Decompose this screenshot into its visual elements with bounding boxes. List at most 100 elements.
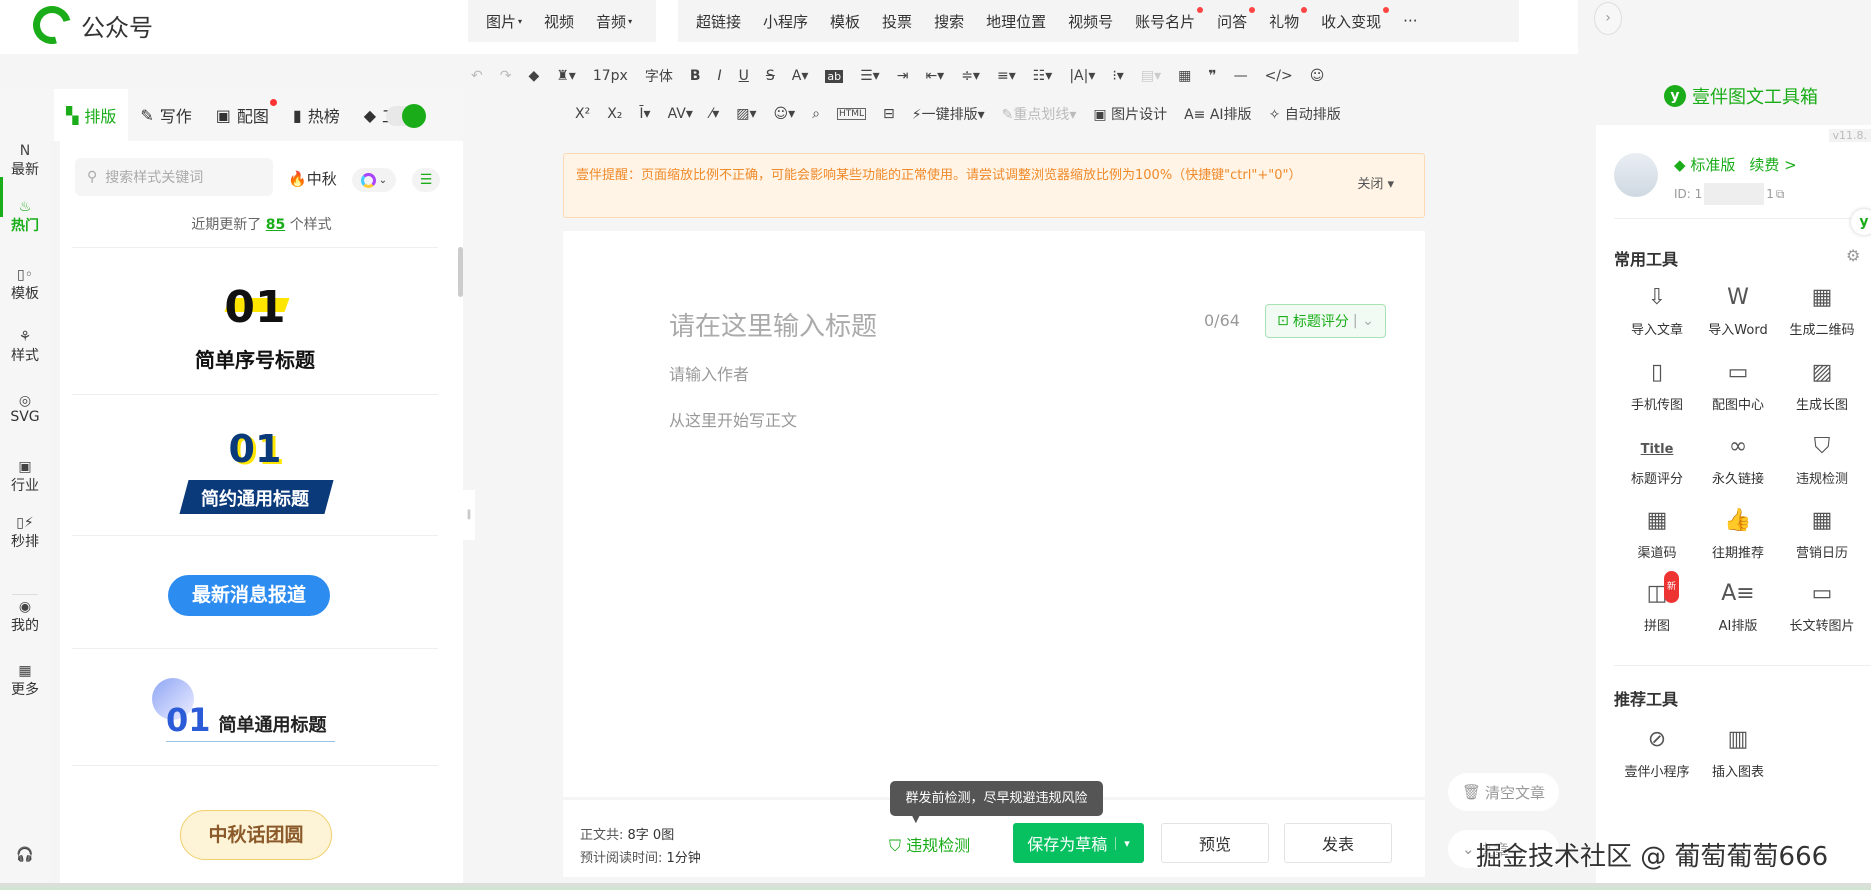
style-search-input[interactable]: ⚲ 搜索样式关键词 xyxy=(75,158,273,196)
scrollbar-thumb[interactable] xyxy=(458,247,463,297)
color-filter[interactable]: ⌄ xyxy=(352,168,396,192)
toggle-switch[interactable] xyxy=(386,104,426,128)
tool-item[interactable]: ▦ 营销日历 xyxy=(1777,506,1867,561)
outdent-icon[interactable]: ⇤▾ xyxy=(925,68,944,84)
magic-icon[interactable]: ⁄▾ xyxy=(710,106,719,122)
publish-button[interactable]: 发表 xyxy=(1284,823,1392,863)
redo-icon[interactable]: ↷ xyxy=(500,68,512,84)
author-input[interactable]: 请输入作者 xyxy=(669,361,749,385)
format-painter-icon[interactable]: ♜▾ xyxy=(556,68,576,84)
italic-icon[interactable]: I xyxy=(718,68,722,84)
festival-filter[interactable]: 🔥中秋 xyxy=(288,168,337,189)
find-replace-icon[interactable]: ⌕ xyxy=(812,106,820,122)
tab-1[interactable]: ✎ 写作 xyxy=(128,89,203,141)
rail-item[interactable]: ◎ SVG xyxy=(0,393,50,425)
style-card[interactable]: 01 简约通用标题 xyxy=(72,394,438,535)
eraser-icon[interactable]: ◆ xyxy=(528,68,539,84)
highlight-icon[interactable]: ab xyxy=(825,69,844,83)
bold-icon[interactable]: B xyxy=(690,68,701,84)
tool-item[interactable]: ⊘ 壹伴小程序 xyxy=(1612,725,1702,780)
tool-item[interactable]: W 导入Word xyxy=(1693,283,1783,338)
tab-0[interactable]: ▚ 排版 xyxy=(54,89,129,141)
auto-format-button[interactable]: ✧ 自动排版 xyxy=(1269,104,1341,124)
undo-icon[interactable]: ↶ xyxy=(471,68,483,84)
support-icon[interactable]: 🎧 xyxy=(0,847,50,863)
char-spacing-icon[interactable]: AV▾ xyxy=(668,106,693,122)
tool-item[interactable]: ▦ 生成二维码 xyxy=(1777,283,1867,338)
collapse-handle[interactable]: ‖ xyxy=(463,490,475,540)
insert-menu-item[interactable]: 礼物 xyxy=(1269,6,1308,32)
strikethrough-icon[interactable]: S xyxy=(766,68,775,84)
compliance-check-button[interactable]: ⛉ 违规检测 xyxy=(889,832,970,856)
font-size-select[interactable]: 17px xyxy=(593,68,628,84)
rail-item[interactable]: ▯◦ 模板 xyxy=(0,267,50,303)
quote-icon[interactable]: ❞ xyxy=(1208,68,1216,84)
insert-menu-item[interactable]: 地理位置 xyxy=(986,11,1046,32)
tool-item[interactable]: ∞ 永久链接 xyxy=(1693,432,1783,487)
tool-item[interactable]: ▨ 生成长图 xyxy=(1777,358,1867,413)
emoticon-icon[interactable]: ☺▾ xyxy=(774,106,796,122)
save-draft-button[interactable]: 保存为草稿 ▾ xyxy=(1013,823,1144,863)
tool-item[interactable]: 👍 往期推荐 xyxy=(1693,506,1783,561)
rail-item[interactable]: N 最新 xyxy=(0,143,50,179)
html-icon[interactable]: HTML xyxy=(836,108,867,120)
rail-item[interactable]: ▦ 更多 xyxy=(0,663,50,699)
notice-close-button[interactable]: 关闭 ▾ xyxy=(1357,174,1394,196)
yiban-float-icon[interactable]: y xyxy=(1851,209,1871,235)
image-design-button[interactable]: ▣ 图片设计 xyxy=(1093,104,1167,124)
style-card[interactable]: 01 简单通用标题 xyxy=(72,648,438,765)
insert-menu-item[interactable]: 投票 xyxy=(882,11,912,32)
paragraph-spacing-icon[interactable]: ≡▾ xyxy=(997,68,1016,84)
ai-format-button[interactable]: A≡ AI排版 xyxy=(1184,104,1251,124)
style-card[interactable]: 01 简单序号标题 xyxy=(72,247,438,394)
tool-item[interactable]: ▦ 渠道码 xyxy=(1612,506,1702,561)
update-count[interactable]: 85 xyxy=(266,217,285,233)
font-family-select[interactable]: 字体 xyxy=(645,66,673,86)
indent-icon[interactable]: ⇥ xyxy=(897,68,909,84)
rail-item[interactable]: ⚘ 样式 xyxy=(0,329,50,365)
superscript-icon[interactable]: X² xyxy=(575,106,590,122)
subscript-icon[interactable]: X₂ xyxy=(607,106,622,122)
tool-item[interactable]: ◫ 新拼图 xyxy=(1612,571,1702,634)
more-icon[interactable]: ··· xyxy=(1403,12,1417,30)
insert-menu-item[interactable]: 图片 xyxy=(486,11,516,32)
emoji-icon[interactable]: ☺ xyxy=(1310,68,1325,84)
clear-article-button[interactable]: 🗑 清空文章 xyxy=(1448,773,1559,811)
insert-menu-item[interactable]: 账号名片 xyxy=(1135,6,1204,32)
settings-gear-icon[interactable]: ⚙ xyxy=(1846,246,1860,265)
vertical-spacing-icon[interactable]: Ī▾ xyxy=(639,106,650,122)
tool-item[interactable]: Title 标题评分 xyxy=(1612,432,1702,487)
style-card[interactable]: 中秋话团圆 xyxy=(72,765,438,883)
style-card[interactable]: 最新消息报道 xyxy=(72,535,438,648)
border-icon[interactable]: ▤▾ xyxy=(1141,68,1161,84)
chart-icon[interactable]: ▨▾ xyxy=(736,106,756,122)
renew-link[interactable]: 续费 > xyxy=(1749,154,1796,175)
avatar[interactable] xyxy=(1614,153,1658,197)
tool-item[interactable]: ▭ 长文转图片 xyxy=(1777,579,1867,634)
tool-item[interactable]: ▥ 插入图表 xyxy=(1693,725,1783,780)
chevron-down-icon[interactable]: ▾ xyxy=(1115,836,1130,850)
tool-item[interactable]: ▯ 手机传图 xyxy=(1612,358,1702,413)
list-indent-icon[interactable]: ☷▾ xyxy=(1033,68,1053,84)
preview-button[interactable]: 预览 xyxy=(1161,823,1269,863)
highlight-line-button[interactable]: ✎重点划线▾ xyxy=(1002,104,1077,124)
tool-item[interactable]: ▭ 配图中心 xyxy=(1693,358,1783,413)
rail-item[interactable]: ▯⚡ 秒排 xyxy=(0,515,50,551)
insert-menu-item[interactable]: 音频 xyxy=(596,11,626,32)
insert-menu-item[interactable]: 收入变现 xyxy=(1321,6,1390,32)
toolkit-icon[interactable]: ⊟ xyxy=(883,106,895,122)
title-input[interactable]: 请在这里输入标题 xyxy=(669,306,877,343)
letter-spacing-icon[interactable]: |A|▾ xyxy=(1069,68,1095,84)
tool-item[interactable]: ⛉ 违规检测 xyxy=(1777,432,1867,487)
insert-menu-item[interactable]: 小程序 xyxy=(763,11,808,32)
underline-icon[interactable]: U xyxy=(739,68,749,84)
list-view-icon[interactable]: ☰ xyxy=(412,168,440,192)
insert-menu-item[interactable]: 问答 xyxy=(1217,6,1256,32)
copy-icon[interactable]: ⧉ xyxy=(1776,187,1785,202)
title-score-button[interactable]: ⊡ 标题评分 | ⌄ xyxy=(1265,304,1386,338)
rail-item[interactable]: ◉ 我的 xyxy=(0,599,50,635)
bullet-list-icon[interactable]: ⁝▾ xyxy=(1112,68,1123,84)
tool-item[interactable]: A≡ AI排版 xyxy=(1693,579,1783,634)
rail-item[interactable]: ▣ 行业 xyxy=(0,459,50,495)
body-input[interactable]: 从这里开始写正文 xyxy=(669,407,797,431)
